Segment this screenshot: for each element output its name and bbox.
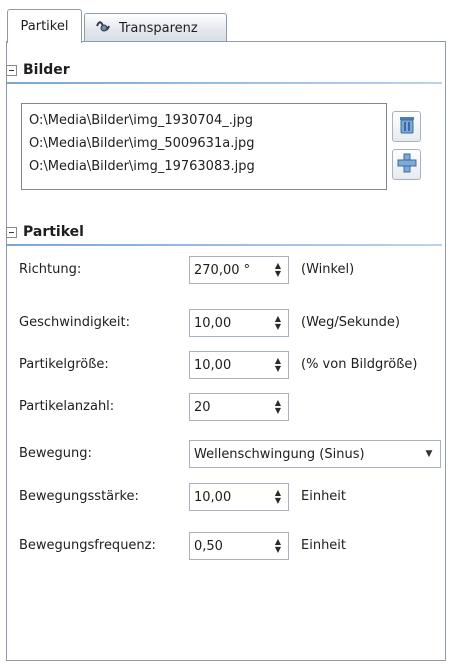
partikelgroesse-value[interactable]: 10,00 <box>194 358 271 373</box>
chevron-down-icon[interactable]: ▼ <box>418 449 440 459</box>
partikelgroesse-stepper[interactable]: 10,00 ▲ ▼ <box>189 351 289 379</box>
bewegungsfrequenz-value[interactable]: 0,50 <box>194 539 271 554</box>
partikelanzahl-value[interactable]: 20 <box>194 400 271 415</box>
add-icon <box>397 153 417 177</box>
spin-arrows-icon[interactable]: ▲ ▼ <box>271 310 285 336</box>
collapse-icon[interactable] <box>6 226 17 238</box>
spin-arrows-icon[interactable]: ▲ ▼ <box>271 352 285 378</box>
richtung-label: Richtung: <box>19 262 82 277</box>
list-item[interactable]: O:\Media\Bilder\img_5009631a.jpg <box>29 132 386 155</box>
bewegungsfrequenz-unit: Einheit <box>301 538 347 553</box>
tab-partikel[interactable]: Partikel <box>7 9 82 43</box>
geschwindigkeit-value[interactable]: 10,00 <box>194 316 271 331</box>
richtung-stepper[interactable]: 270,00 ° ▲ ▼ <box>189 256 289 284</box>
richtung-value[interactable]: 270,00 ° <box>194 263 271 278</box>
bewegungsstaerke-value[interactable]: 10,00 <box>194 490 271 505</box>
spin-arrows-icon[interactable]: ▲ ▼ <box>271 533 285 559</box>
bilder-section-title: Bilder <box>23 62 70 78</box>
bewegungsfrequenz-label: Bewegungsfrequenz: <box>19 538 156 553</box>
delete-image-button[interactable] <box>392 111 421 142</box>
bewegung-value: Wellenschwingung (Sinus) <box>194 446 365 462</box>
list-item[interactable]: O:\Media\Bilder\img_19763083.jpg <box>29 155 386 178</box>
list-item[interactable]: O:\Media\Bilder\img_1930704_.jpg <box>29 109 386 132</box>
partikel-section-title: Partikel <box>23 224 84 240</box>
partikelgroesse-label: Partikelgröße: <box>19 357 109 372</box>
geschwindigkeit-label: Geschwindigkeit: <box>19 315 130 330</box>
trash-icon <box>398 115 416 139</box>
section-divider <box>7 82 442 84</box>
spin-arrows-icon[interactable]: ▲ ▼ <box>271 394 285 420</box>
image-file-list[interactable]: O:\Media\Bilder\img_1930704_.jpg O:\Medi… <box>21 103 387 190</box>
geschwindigkeit-stepper[interactable]: 10,00 ▲ ▼ <box>189 309 289 337</box>
partikelanzahl-stepper[interactable]: 20 ▲ ▼ <box>189 393 289 421</box>
bewegungsstaerke-label: Bewegungsstärke: <box>19 489 139 504</box>
spin-arrows-icon[interactable]: ▲ ▼ <box>271 257 285 283</box>
tab-transparenz[interactable]: Transparenz <box>84 13 227 42</box>
collapse-icon[interactable] <box>6 64 17 76</box>
add-image-button[interactable] <box>392 149 421 180</box>
tab-transparenz-label: Transparenz <box>119 20 198 36</box>
bewegung-select[interactable]: Wellenschwingung (Sinus) ▼ <box>189 440 441 468</box>
geschwindigkeit-unit: (Weg/Sekunde) <box>301 315 400 330</box>
partikelgroesse-unit: (% von Bildgröße) <box>301 357 418 372</box>
tab-partikel-label: Partikel <box>20 19 69 34</box>
spin-arrows-icon[interactable]: ▲ ▼ <box>271 484 285 510</box>
bewegungsstaerke-stepper[interactable]: 10,00 ▲ ▼ <box>189 483 289 511</box>
richtung-unit: (Winkel) <box>301 262 355 277</box>
bewegungsfrequenz-stepper[interactable]: 0,50 ▲ ▼ <box>189 532 289 560</box>
section-divider <box>7 244 442 246</box>
bewegung-label: Bewegung: <box>19 446 92 461</box>
bilder-section-header[interactable]: Bilder <box>6 57 70 83</box>
partikel-section-header[interactable]: Partikel <box>6 219 84 245</box>
partikelanzahl-label: Partikelanzahl: <box>19 399 115 414</box>
transparency-icon <box>95 19 113 37</box>
bewegungsstaerke-unit: Einheit <box>301 489 347 504</box>
